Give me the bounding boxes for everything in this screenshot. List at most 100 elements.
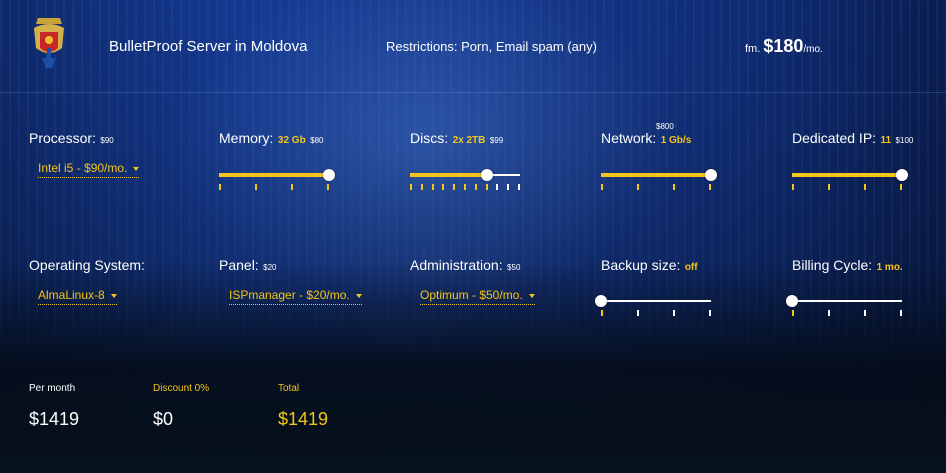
slider-thumb[interactable] <box>786 295 798 307</box>
slider-tick <box>327 184 329 190</box>
billing-slider[interactable] <box>786 295 902 320</box>
processor-label: Processor: <box>29 130 96 146</box>
slider-tick <box>601 310 603 316</box>
os-config: Operating System: <box>29 257 145 275</box>
processor-selected: Intel i5 - $90/mo. <box>38 161 128 175</box>
processor-price: $90 <box>100 136 114 145</box>
administration-price: $50 <box>507 263 521 272</box>
slider-tick <box>464 184 466 190</box>
restrictions-text: Restrictions: Porn, Email spam (any) <box>386 39 597 54</box>
total-label: Total <box>278 383 300 394</box>
slider-tick <box>637 184 639 190</box>
memory-slider[interactable] <box>219 169 335 194</box>
slider-thumb[interactable] <box>896 169 908 181</box>
slider-tick <box>420 184 423 190</box>
backup-slider[interactable] <box>595 295 711 320</box>
panel-label: Panel: <box>219 257 259 273</box>
slider-tick <box>431 184 434 190</box>
per-month-value: $1419 <box>29 409 80 429</box>
slider-thumb[interactable] <box>323 169 335 181</box>
administration-label: Administration: <box>410 257 503 273</box>
memory-config: Memory: 32 Gb $80 <box>219 130 324 148</box>
memory-label: Memory: <box>219 130 274 146</box>
page-title: BulletProof Server in Moldova <box>109 38 308 55</box>
slider-tick <box>709 184 711 190</box>
slider-tick <box>900 310 902 316</box>
slider-tick <box>255 184 257 190</box>
chevron-down-icon <box>110 293 117 298</box>
discs-slider[interactable] <box>410 169 520 194</box>
billing-config: Billing Cycle: 1 mo. <box>792 257 903 275</box>
slider-tick <box>507 184 510 190</box>
slider-thumb[interactable] <box>481 169 493 181</box>
price-value: $180 <box>763 36 804 56</box>
slider-track[interactable] <box>792 300 902 302</box>
network-config: Network: 1 Gb/s <box>601 130 691 148</box>
dedicated-ip-price: $100 <box>895 136 914 145</box>
total-value: $1419 <box>278 409 329 429</box>
slider-thumb[interactable] <box>705 169 717 181</box>
administration-config: Administration: $50 <box>410 257 520 275</box>
dedicated-ip-slider[interactable] <box>792 169 908 194</box>
slider-tick <box>291 184 293 190</box>
per-month-label: Per month <box>29 383 76 394</box>
dedicated-ip-value: 11 <box>880 135 892 146</box>
price-prefix: fm. <box>745 43 761 55</box>
slider-tick <box>900 184 902 190</box>
discs-config: Discs: 2x 2TB $99 <box>410 130 503 148</box>
slider-tick <box>496 184 499 190</box>
dedicated-ip-label: Dedicated IP: <box>792 130 877 146</box>
os-selected: AlmaLinux-8 <box>38 288 105 302</box>
memory-price: $80 <box>310 136 324 145</box>
price-suffix: /mo. <box>803 44 823 55</box>
discount-label: Discount 0% <box>153 383 210 394</box>
network-value: 1 Gb/s <box>660 135 692 146</box>
billing-label: Billing Cycle: <box>792 257 873 273</box>
discs-value: 2x 2TB <box>452 135 486 146</box>
discs-price: $99 <box>489 136 504 145</box>
network-slider[interactable] <box>601 169 717 194</box>
slider-fill <box>410 173 487 177</box>
panel-select[interactable]: ISPmanager - $20/mo. <box>229 288 362 305</box>
dedicated-ip-config: Dedicated IP: 11 $100 <box>792 130 913 148</box>
chevron-down-icon <box>133 166 140 171</box>
panel-price: $20 <box>263 263 277 272</box>
administration-select[interactable]: Optimum - $50/mo. <box>420 288 535 305</box>
slider-tick <box>453 184 456 190</box>
network-price: $800 <box>656 122 674 131</box>
slider-tick <box>410 184 412 190</box>
slider-fill <box>601 173 711 177</box>
slider-tick <box>485 184 488 190</box>
slider-tick <box>673 184 675 190</box>
slider-tick <box>442 184 445 190</box>
network-label: Network: <box>601 130 657 146</box>
memory-value: 32 Gb <box>277 135 306 146</box>
processor-select[interactable]: Intel i5 - $90/mo. <box>38 161 140 178</box>
slider-tick <box>518 184 520 190</box>
slider-tick <box>219 184 221 190</box>
slider-tick <box>637 310 639 316</box>
backup-label: Backup size: <box>601 257 681 273</box>
slider-tick <box>864 184 866 190</box>
chevron-down-icon <box>355 293 362 298</box>
slider-tick <box>709 310 711 316</box>
header: BulletProof Server in Moldova Restrictio… <box>0 0 946 93</box>
os-label: Operating System: <box>29 257 145 273</box>
header-price: fm. $180/mo. <box>745 36 823 57</box>
slider-fill <box>792 173 902 177</box>
processor-config: Processor: $90 <box>29 130 114 148</box>
backup-config: Backup size: off <box>601 257 698 275</box>
slider-track[interactable] <box>601 300 711 302</box>
slider-tick <box>601 184 603 190</box>
slider-tick <box>792 184 794 190</box>
os-select[interactable]: AlmaLinux-8 <box>38 288 117 305</box>
slider-tick <box>792 310 794 316</box>
slider-thumb[interactable] <box>595 295 607 307</box>
panel-selected: ISPmanager - $20/mo. <box>229 288 350 302</box>
slider-tick <box>673 310 675 316</box>
slider-tick <box>864 310 866 316</box>
discs-label: Discs: <box>410 130 449 146</box>
panel-config: Panel: $20 <box>219 257 277 275</box>
slider-tick <box>828 310 830 316</box>
chevron-down-icon <box>528 293 535 298</box>
